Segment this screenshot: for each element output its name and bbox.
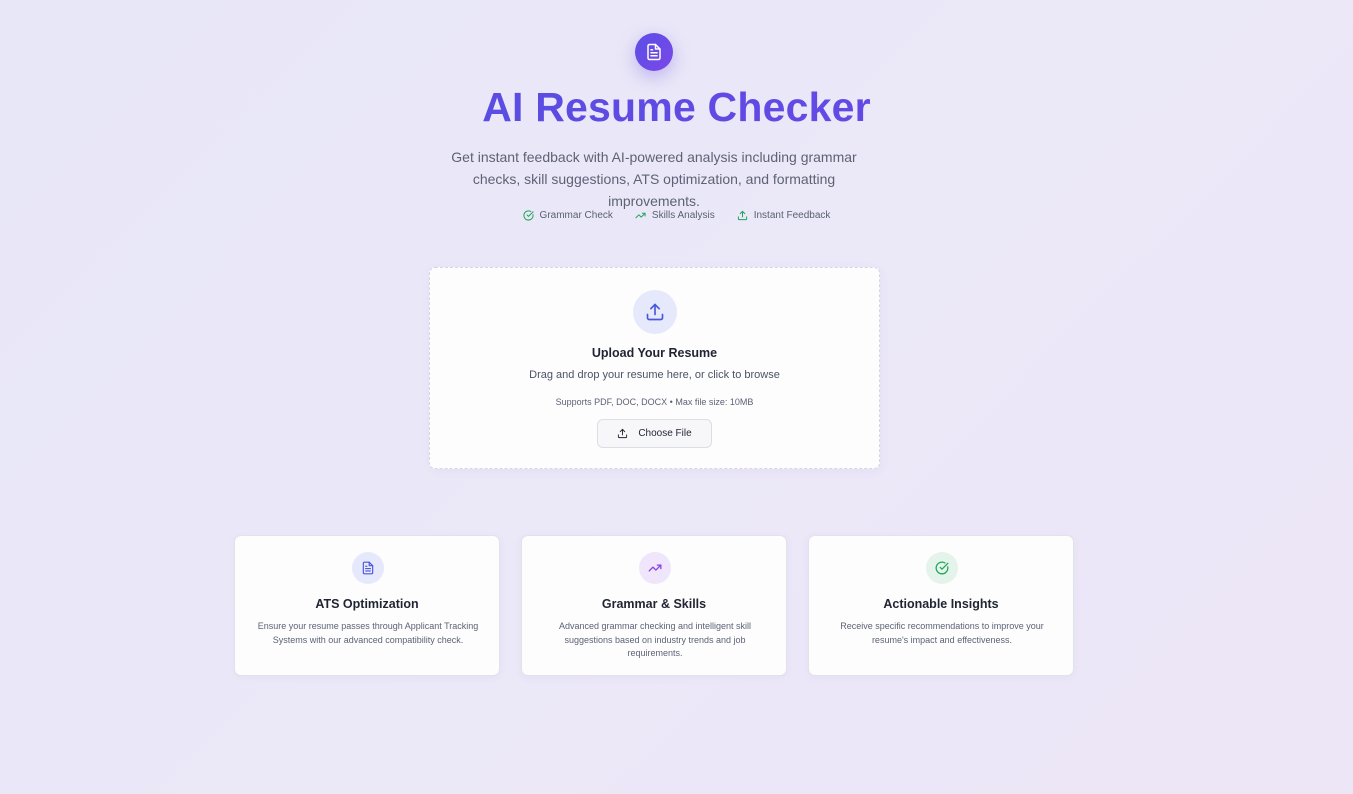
document-icon xyxy=(352,552,384,584)
page-title: AI Resume Checker xyxy=(0,84,1353,131)
card-actionable-insights: Actionable Insights Receive specific rec… xyxy=(808,535,1074,676)
upload-dropzone[interactable]: Upload Your Resume Drag and drop your re… xyxy=(429,267,880,469)
card-description: Advanced grammar checking and intelligen… xyxy=(558,621,752,658)
check-circle-icon xyxy=(926,552,958,584)
choose-file-label: Choose File xyxy=(638,428,692,439)
feature-label: Instant Feedback xyxy=(753,210,831,221)
upload-icon xyxy=(737,210,747,221)
card-title: Actionable Insights xyxy=(883,597,999,611)
feature-list: Grammar Check Skills Analysis Instant Fe… xyxy=(0,210,1353,221)
card-title: ATS Optimization xyxy=(315,597,419,611)
choose-file-button[interactable]: Choose File xyxy=(597,419,712,448)
page-subtitle: Get instant feedback with AI-powered ana… xyxy=(451,149,857,209)
trending-up-icon xyxy=(639,552,671,584)
feature-instant-feedback: Instant Feedback xyxy=(737,210,831,221)
check-circle-icon xyxy=(523,210,534,221)
upload-icon xyxy=(633,290,677,334)
upload-support-note: Supports PDF, DOC, DOCX • Max file size:… xyxy=(555,397,754,407)
card-description: Ensure your resume passes through Applic… xyxy=(257,621,479,645)
trending-up-icon xyxy=(635,212,646,219)
upload-title: Upload Your Resume xyxy=(591,346,718,360)
feature-skills-analysis: Skills Analysis xyxy=(635,210,715,221)
feature-label: Grammar Check xyxy=(539,210,613,221)
feature-label: Skills Analysis xyxy=(651,210,715,221)
feature-grammar-check: Grammar Check xyxy=(523,210,613,221)
upload-icon xyxy=(618,428,628,439)
card-description: Receive specific recommendations to impr… xyxy=(840,621,1044,645)
card-grammar-skills: Grammar & Skills Advanced grammar checki… xyxy=(521,535,787,676)
card-title: Grammar & Skills xyxy=(601,597,707,611)
upload-description: Drag and drop your resume here, or click… xyxy=(529,369,780,381)
hero-document-icon xyxy=(635,33,673,71)
card-ats-optimization: ATS Optimization Ensure your resume pass… xyxy=(234,535,500,676)
